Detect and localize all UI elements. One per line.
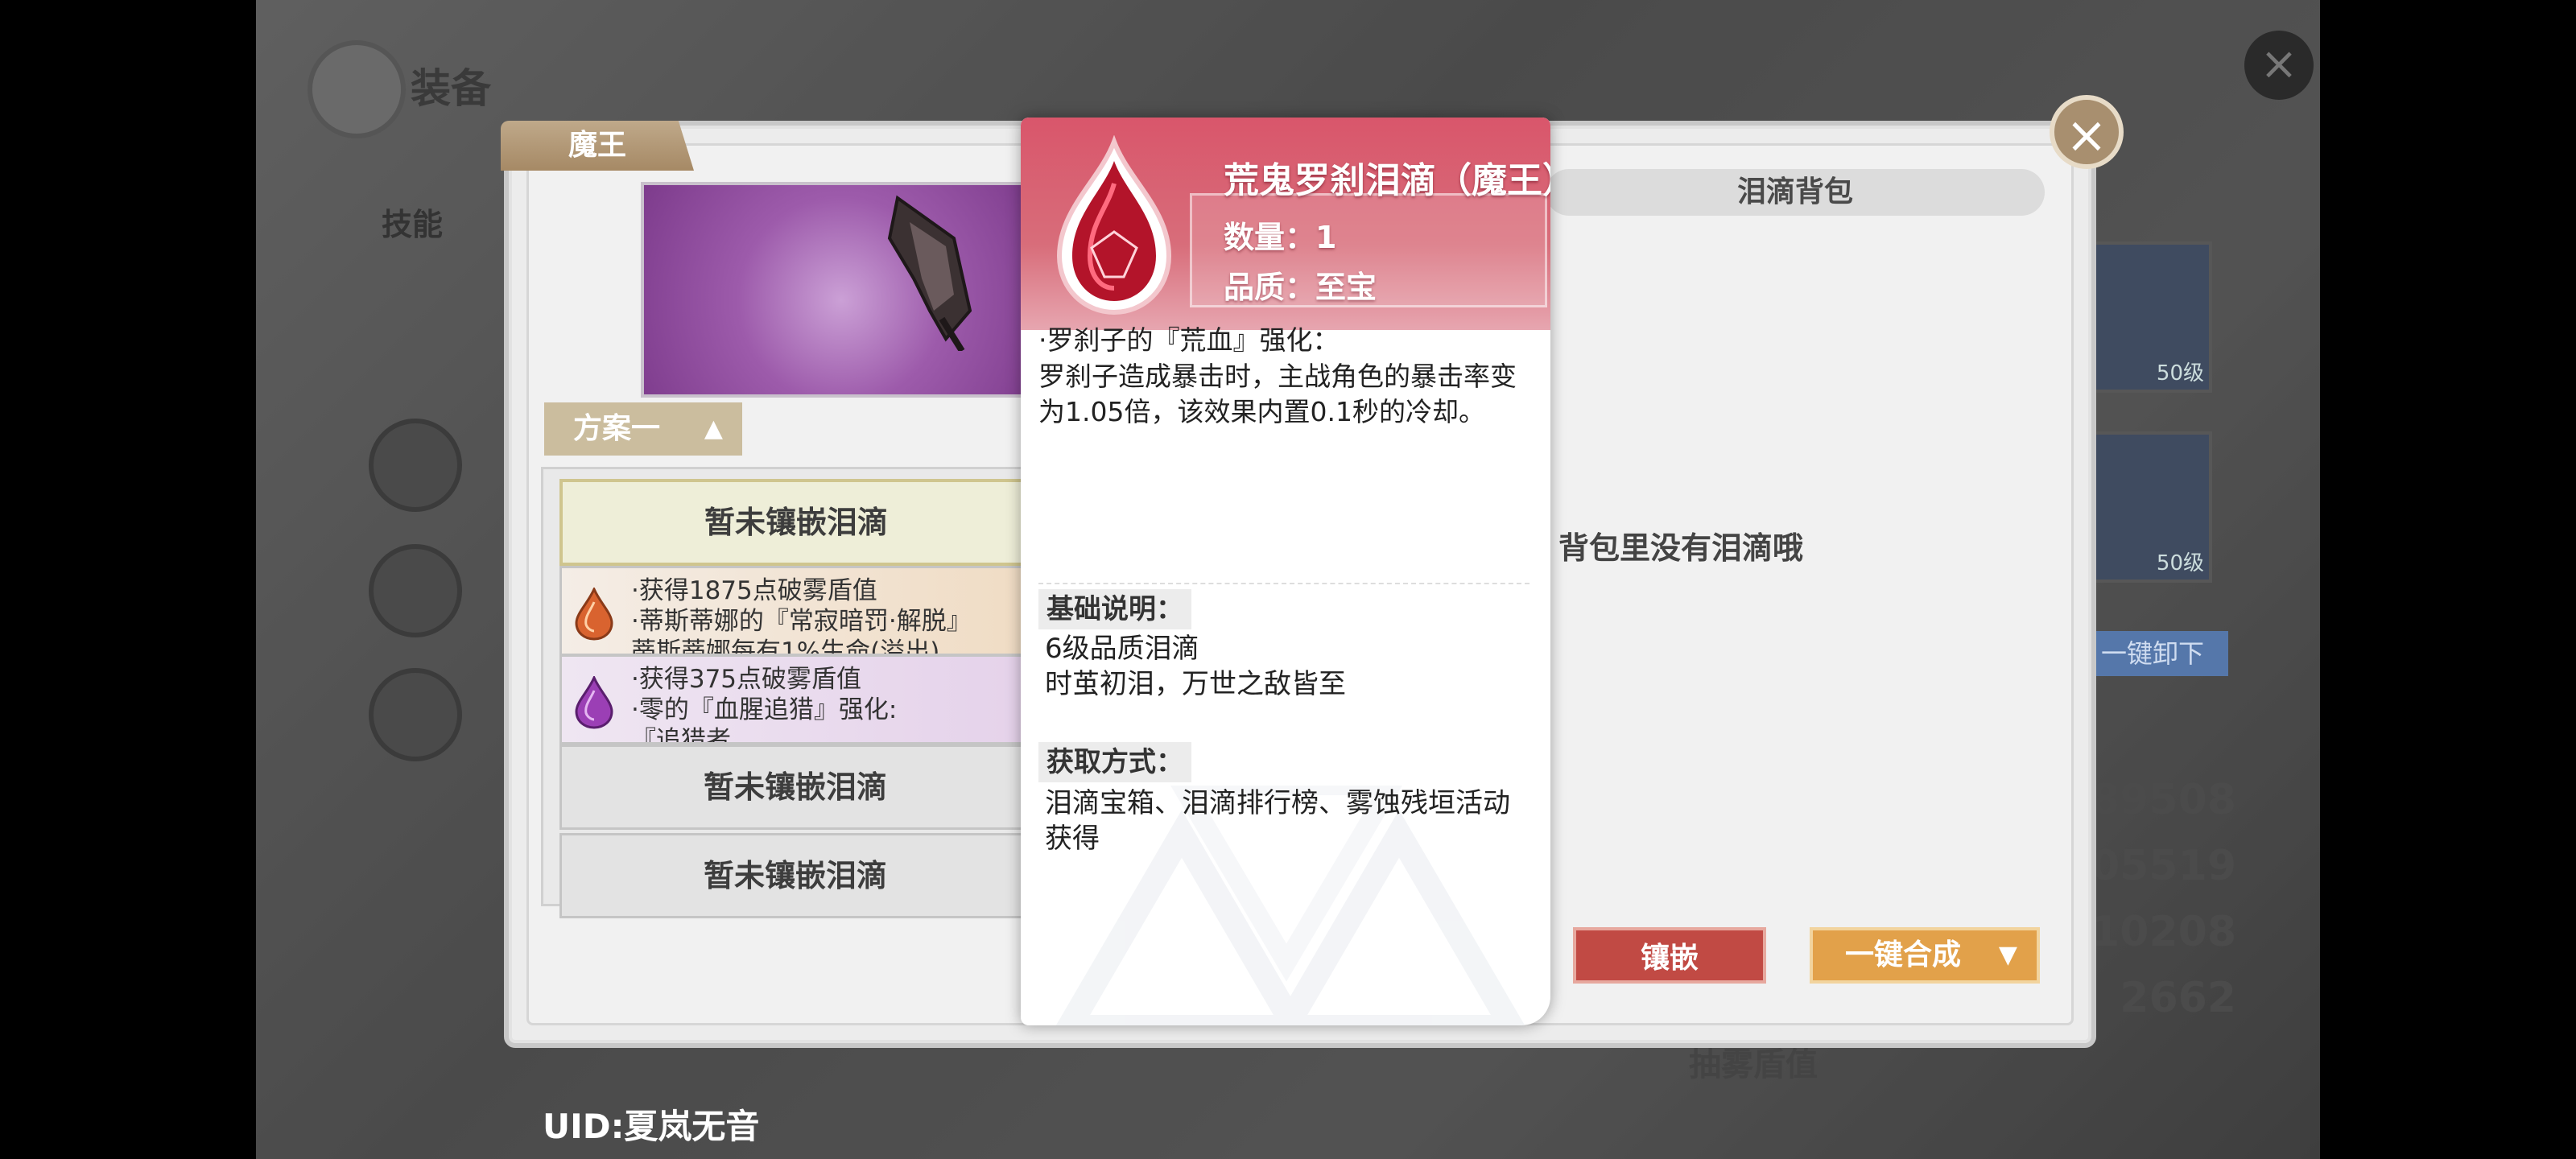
tooltip-quantity: 数量：1: [1224, 220, 1337, 255]
tooltip-header: 荒鬼罗刹泪滴（魔王） 数量：1 品质：至宝: [1021, 118, 1550, 330]
section-divider: [1038, 583, 1530, 584]
tear-bag-header: 泪滴背包: [1546, 169, 2045, 216]
background-title: 装备: [411, 65, 491, 112]
close-icon[interactable]: ×: [2050, 95, 2124, 169]
scheme-dropdown[interactable]: 方案一 ▲: [544, 402, 742, 456]
tear-slot-purple[interactable]: ·获得375点破雾盾值 ·零的『血腥追猎』强化: 『追猎者: [559, 654, 1031, 744]
empty-slot[interactable]: 暂未镶嵌泪滴: [559, 479, 1033, 566]
basic-info-line: 时茧初泪，万世之敌皆至: [1045, 668, 1346, 700]
demon-tab[interactable]: 魔王: [501, 121, 694, 171]
inlay-button[interactable]: 镶嵌: [1573, 927, 1766, 984]
purple-tear-icon: [575, 676, 613, 729]
equipment-emblem-icon: [308, 40, 406, 138]
tooltip-item-name: 荒鬼罗刹泪滴（魔王）: [1224, 160, 1550, 201]
stat-value: 89508: [2091, 776, 2236, 824]
tear-slot-orange[interactable]: ·获得1875点破雾盾值 ·蒂斯蒂娜的『常寂暗罚·解脱』 蒂斯蒂娜每有1%生命(…: [559, 566, 1031, 656]
item-tooltip: 荒鬼罗刹泪滴（魔王） 数量：1 品质：至宝 ·罗刹子的『荒血』强化： 罗刹子造成…: [1021, 118, 1550, 1025]
skill-tab[interactable]: 技能: [382, 200, 443, 244]
merge-label: 一键合成: [1845, 938, 1962, 971]
effect-cut-line: ·罗刹子的『荒血』强化：: [1038, 324, 1340, 356]
effect-description: 罗刹子造成暴击时，主战角色的暴击率变为1.05倍，该效果内置0.1秒的冷却。: [1038, 361, 1517, 427]
tooltip-quality: 品质：至宝: [1224, 270, 1377, 305]
slot-bonus-line: 蒂斯蒂娜每有1%生命(溢出): [631, 637, 940, 656]
bag-empty-message: 背包里没有泪滴哦: [1558, 530, 1804, 566]
red-tear-icon: [1056, 135, 1172, 316]
caret-up-icon: ▲: [704, 415, 723, 443]
orange-tear-icon: [575, 588, 613, 641]
merge-all-button[interactable]: 一键合成 ▼: [1810, 927, 2040, 984]
source-label: 获取方式：: [1038, 742, 1191, 782]
caret-down-icon: ▼: [1998, 941, 2017, 969]
stat-value: 2662: [2120, 974, 2236, 1022]
background-close-icon[interactable]: ×: [2244, 31, 2314, 100]
empty-slot[interactable]: 暂未镶嵌泪滴: [559, 833, 1031, 918]
slot-bonus-line: 『追猎者: [631, 726, 731, 744]
tear-slot-list: 暂未镶嵌泪滴 ·获得1875点破雾盾值 ·蒂斯蒂娜的『常寂暗罚·解脱』 蒂斯蒂娜…: [541, 467, 1033, 918]
ring-icon[interactable]: [369, 668, 462, 761]
empty-slot[interactable]: 暂未镶嵌泪滴: [559, 744, 1031, 830]
eye-icon[interactable]: [369, 544, 462, 637]
uid-label: UID:夏岚无音: [543, 1107, 760, 1146]
source-text: 泪滴宝箱、泪滴排行榜、雾蚀残垣活动获得: [1045, 787, 1510, 855]
heart-icon[interactable]: [369, 419, 462, 512]
basic-info-label: 基础说明：: [1038, 589, 1191, 629]
stats-column: 89508 305519 210208 2662: [2062, 0, 2244, 1159]
basic-info-line: 6级品质泪滴: [1045, 633, 1199, 665]
scheme-label: 方案一: [573, 412, 661, 445]
weapon-icon: [887, 195, 972, 351]
